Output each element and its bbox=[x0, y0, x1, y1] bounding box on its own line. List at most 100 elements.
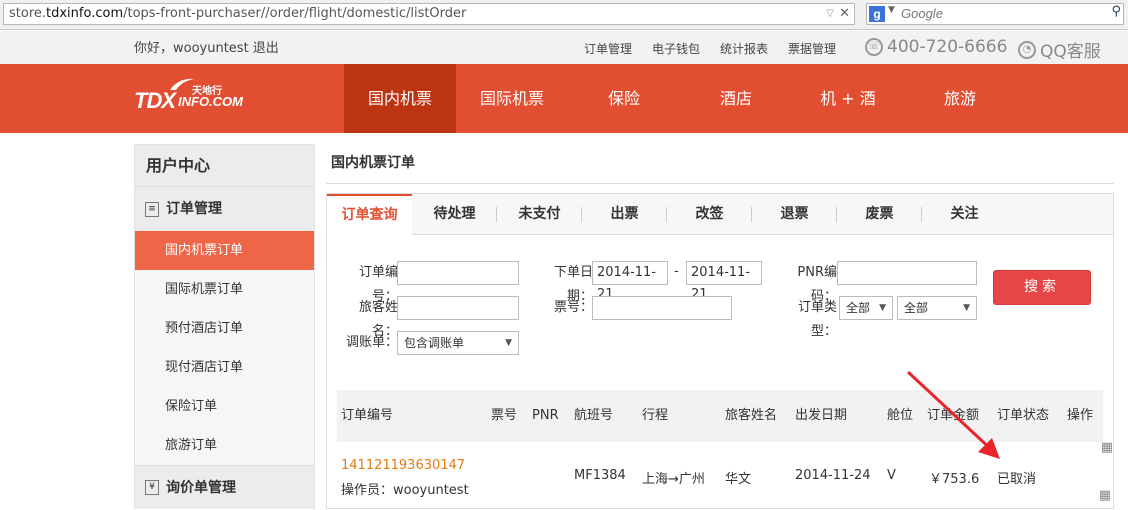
order-panel: 订单查询 待处理 未支付 出票 改签 退票 废票 关注 订单编号： 下单日期： … bbox=[326, 193, 1114, 509]
google-icon[interactable]: g bbox=[869, 6, 885, 22]
ticket-no-input[interactable] bbox=[592, 296, 732, 320]
search-icon[interactable]: ⚲ bbox=[1111, 4, 1121, 19]
tab-void[interactable]: 废票 bbox=[837, 194, 922, 234]
date-separator: - bbox=[674, 264, 679, 279]
logo[interactable]: TDX INFO.COM 天地行 bbox=[134, 74, 244, 114]
adjustment-label: 调账单： bbox=[345, 335, 398, 350]
sidebar-item-international-flight-orders[interactable]: 国际机票订单 bbox=[135, 270, 314, 309]
address-bar[interactable]: store.tdxinfo.com/tops-front-purchaser//… bbox=[3, 3, 855, 25]
page-title: 国内机票订单 bbox=[331, 155, 415, 171]
yen-icon: ¥ bbox=[145, 480, 159, 495]
th-ticket-no: 票号 bbox=[491, 408, 518, 423]
sidebar-group-orders[interactable]: ≡ 订单管理 bbox=[135, 187, 314, 231]
search-button[interactable]: 搜索 bbox=[993, 270, 1091, 305]
chevron-down-icon[interactable]: ▼ bbox=[888, 5, 895, 15]
th-route: 行程 bbox=[642, 408, 669, 423]
sidebar-group-label: 询价单管理 bbox=[166, 479, 236, 496]
qq-service-label: QQ客服 bbox=[1040, 42, 1101, 62]
sidebar-item-domestic-flight-orders[interactable]: 国内机票订单 bbox=[135, 231, 314, 270]
th-status: 订单状态 bbox=[997, 408, 1050, 423]
chevron-down-icon: ▼ bbox=[879, 303, 886, 313]
order-tabs: 订单查询 待处理 未支付 出票 改签 退票 废票 关注 bbox=[327, 194, 1113, 236]
qr-code-icon[interactable]: ▦ bbox=[1099, 488, 1111, 503]
tab-changed[interactable]: 改签 bbox=[667, 194, 752, 234]
table-row: 141121193630147 操作员：wooyuntest MF1384 上海… bbox=[337, 442, 1103, 510]
order-no-input[interactable] bbox=[397, 261, 519, 285]
th-amount: 订单金额 bbox=[927, 408, 980, 423]
adjustment-select[interactable]: 包含调账单 ▼ bbox=[397, 331, 519, 355]
tab-pending[interactable]: 待处理 bbox=[412, 194, 497, 234]
cabin-cell: V bbox=[887, 468, 896, 483]
browser-search-box[interactable]: g ▼ Google ⚲ bbox=[866, 3, 1124, 25]
passenger-cell: 华文 bbox=[725, 472, 752, 487]
amount-cell: ￥753.6 bbox=[929, 472, 980, 487]
nav-insurance[interactable]: 保险 bbox=[568, 64, 680, 133]
nav-hotel[interactable]: 酒店 bbox=[680, 64, 792, 133]
date-to-input[interactable]: 2014-11-21 bbox=[686, 261, 762, 302]
sidebar-title: 用户中心 bbox=[135, 145, 314, 187]
order-no-link[interactable]: 141121193630147 bbox=[341, 458, 465, 473]
tab-watch[interactable]: 关注 bbox=[922, 194, 1007, 234]
chevron-down-icon: ▼ bbox=[963, 303, 970, 313]
nav-domestic-flights[interactable]: 国内机票 bbox=[344, 64, 456, 133]
greeting-text[interactable]: 你好，wooyuntest 退出 bbox=[134, 31, 279, 67]
order-type-1-value: 全部 bbox=[846, 301, 871, 315]
hotline: ☏ 400-720-6666 bbox=[865, 37, 1007, 57]
order-type-select-2[interactable]: 全部 ▼ bbox=[897, 296, 977, 320]
sidebar-item-prepaid-hotel-orders[interactable]: 预付酒店订单 bbox=[135, 309, 314, 348]
top-utility-bar: 你好，wooyuntest 退出 订单管理 电子钱包 统计报表 票据管理 ☏ 400-7… bbox=[0, 31, 1128, 64]
url-host: tdxinfo.com bbox=[46, 6, 124, 21]
order-type-select-1[interactable]: 全部 ▼ bbox=[839, 296, 893, 320]
order-type-2-value: 全部 bbox=[904, 301, 929, 315]
logo-main: TDX bbox=[134, 88, 176, 113]
browser-toolbar: store.tdxinfo.com/tops-front-purchaser//… bbox=[0, 0, 1128, 30]
flight-no-cell: MF1384 bbox=[574, 468, 626, 483]
pnr-input[interactable] bbox=[837, 261, 977, 285]
table-header: 订单编号 票号 PNR 航班号 行程 旅客姓名 出发日期 舱位 订单金额 订单状… bbox=[337, 390, 1103, 442]
phone-number: 400-720-6666 bbox=[887, 37, 1008, 57]
url-path: /tops-front-purchaser//order/flight/dome… bbox=[123, 6, 467, 21]
qr-code-icon[interactable]: ▦ bbox=[1101, 440, 1113, 455]
top-links: 订单管理 电子钱包 统计报表 票据管理 bbox=[584, 31, 856, 67]
operator-text: 操作员：wooyuntest bbox=[341, 483, 469, 498]
top-link-wallet[interactable]: 电子钱包 bbox=[652, 42, 700, 56]
url-dropdown-icon[interactable]: ▽ bbox=[826, 4, 834, 24]
top-link-invoices[interactable]: 票据管理 bbox=[788, 42, 836, 56]
tab-order-query[interactable]: 订单查询 bbox=[327, 194, 412, 236]
route-cell: 上海→广州 bbox=[642, 472, 705, 487]
th-pnr: PNR bbox=[532, 408, 559, 423]
sidebar-item-insurance-orders[interactable]: 保险订单 bbox=[135, 387, 314, 426]
sidebar: 用户中心 ≡ 订单管理 国内机票订单 国际机票订单 预付酒店订单 现付酒店订单 保… bbox=[134, 144, 315, 509]
departure-date-cell: 2014-11-24 bbox=[795, 468, 871, 483]
sidebar-group-inquiries[interactable]: ¥ 询价单管理 bbox=[135, 465, 314, 509]
qq-icon: ◔ bbox=[1018, 40, 1036, 59]
phone-icon: ☏ bbox=[865, 38, 883, 56]
date-from-input[interactable]: 2014-11-21 bbox=[592, 261, 668, 302]
list-icon: ≡ bbox=[145, 201, 159, 217]
ticket-no-label: 票号： bbox=[553, 300, 593, 315]
tab-issued[interactable]: 出票 bbox=[582, 194, 667, 234]
browser-search-input[interactable]: Google bbox=[901, 4, 943, 24]
sidebar-item-travel-orders[interactable]: 旅游订单 bbox=[135, 426, 314, 465]
nav-travel[interactable]: 旅游 bbox=[904, 64, 1016, 133]
th-departure-date: 出发日期 bbox=[795, 408, 848, 423]
nav-flight-hotel[interactable]: 机 + 酒 bbox=[792, 64, 904, 133]
url-prefix: store. bbox=[9, 6, 47, 21]
nav-international-flights[interactable]: 国际机票 bbox=[456, 64, 568, 133]
tab-unpaid[interactable]: 未支付 bbox=[497, 194, 582, 234]
close-icon[interactable]: ✕ bbox=[839, 4, 850, 24]
passenger-name-input[interactable] bbox=[397, 296, 519, 320]
th-order-no: 订单编号 bbox=[341, 408, 394, 423]
top-link-reports[interactable]: 统计报表 bbox=[720, 42, 768, 56]
sidebar-item-pay-at-hotel-orders[interactable]: 现付酒店订单 bbox=[135, 348, 314, 387]
order-type-label: 订单类型： bbox=[797, 300, 837, 339]
qq-service[interactable]: ◔ QQ客服 bbox=[1018, 37, 1101, 62]
main-nav: TDX INFO.COM 天地行 国内机票 国际机票 保险 酒店 机 + 酒 旅… bbox=[0, 64, 1128, 133]
tab-refund[interactable]: 退票 bbox=[752, 194, 837, 234]
status-cell: 已取消 bbox=[997, 472, 1037, 487]
chevron-down-icon: ▼ bbox=[505, 338, 512, 348]
adjustment-value: 包含调账单 bbox=[404, 336, 465, 350]
sidebar-group-label: 订单管理 bbox=[166, 201, 222, 217]
th-cabin: 舱位 bbox=[887, 408, 914, 423]
top-link-orders[interactable]: 订单管理 bbox=[584, 42, 632, 56]
